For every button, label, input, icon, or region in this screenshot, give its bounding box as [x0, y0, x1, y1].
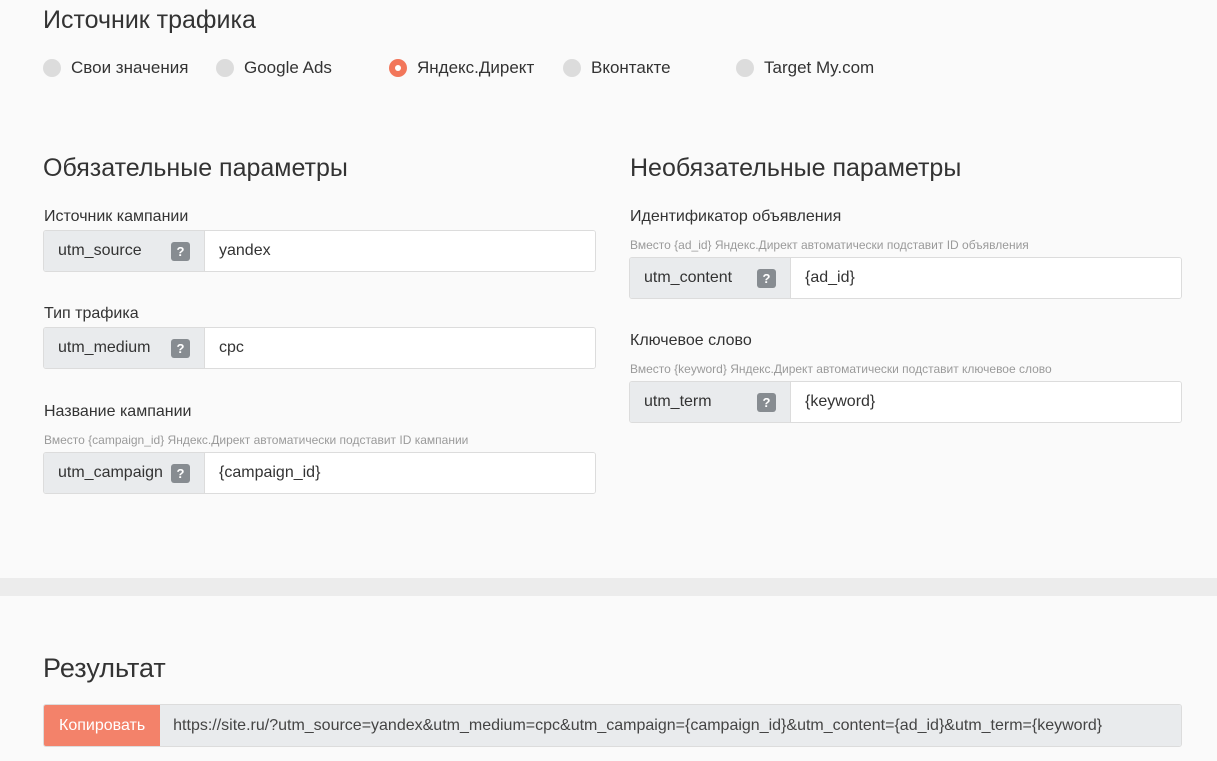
help-icon[interactable]: ? [171, 339, 190, 358]
radio-indicator[interactable] [43, 59, 61, 77]
field-label: Ключевое слово [630, 332, 752, 349]
param-key: utm_medium ? [44, 328, 205, 368]
utm-content-input[interactable] [791, 258, 1181, 298]
radio-label: Яндекс.Директ [417, 58, 535, 77]
field-label: Тип трафика [44, 305, 139, 322]
param-key: utm_source ? [44, 231, 205, 271]
help-icon[interactable]: ? [171, 242, 190, 261]
field-hint: Вместо {campaign_id} Яндекс.Директ автом… [44, 433, 469, 447]
utm-medium-field: utm_medium ? [43, 327, 596, 369]
radio-label: Target My.com [764, 58, 875, 77]
radio-label: Google Ads [244, 58, 332, 77]
utm-medium-input[interactable] [205, 328, 595, 368]
radio-label: Свои значения [71, 58, 189, 77]
utm-campaign-field: utm_campaign ? [43, 452, 596, 494]
utm-term-input[interactable] [791, 382, 1181, 422]
traffic-source-title: Источник трафика [43, 6, 256, 34]
param-key-text: utm_medium [58, 339, 151, 356]
utm-source-input[interactable] [205, 231, 595, 271]
help-icon[interactable]: ? [757, 393, 776, 412]
param-key-text: utm_source [58, 242, 142, 259]
utm-source-field: utm_source ? [43, 230, 596, 272]
copy-button[interactable]: Копировать [44, 705, 161, 746]
param-key: utm_content ? [630, 258, 791, 298]
field-label: Источник кампании [44, 208, 189, 225]
radio-indicator[interactable] [216, 59, 234, 77]
param-key-text: utm_campaign [58, 464, 163, 481]
section-divider [0, 578, 1217, 596]
param-key: utm_campaign ? [44, 453, 205, 493]
radio-yandex-direct[interactable]: Яндекс.Директ [389, 58, 534, 78]
param-key: utm_term ? [630, 382, 791, 422]
utm-campaign-input[interactable] [205, 453, 595, 493]
field-hint: Вместо {keyword} Яндекс.Директ автоматич… [630, 362, 1052, 376]
radio-label: Вконтакте [591, 58, 671, 77]
radio-indicator-selected[interactable] [389, 59, 407, 77]
radio-target-mycom[interactable]: Target My.com [736, 58, 874, 78]
radio-google-ads[interactable]: Google Ads [216, 58, 332, 78]
help-icon[interactable]: ? [757, 269, 776, 288]
param-key-text: utm_term [644, 393, 712, 410]
result-title: Результат [43, 653, 166, 683]
utm-term-field: utm_term ? [629, 381, 1182, 423]
param-key-text: utm_content [644, 269, 733, 286]
required-params-title: Обязательные параметры [43, 154, 348, 182]
result-bar: Копировать https://site.ru/?utm_source=y… [43, 704, 1182, 747]
result-url[interactable]: https://site.ru/?utm_source=yandex&utm_m… [160, 705, 1181, 746]
radio-own-values[interactable]: Свои значения [43, 58, 188, 78]
optional-params-title: Необязательные параметры [630, 154, 962, 182]
field-hint: Вместо {ad_id} Яндекс.Директ автоматичес… [630, 238, 1029, 252]
radio-vkontakte[interactable]: Вконтакте [563, 58, 671, 78]
help-icon[interactable]: ? [171, 464, 190, 483]
radio-indicator[interactable] [736, 59, 754, 77]
radio-indicator[interactable] [563, 59, 581, 77]
traffic-source-options: Свои значения Google Ads Яндекс.Директ В… [43, 58, 943, 80]
field-label: Идентификатор объявления [630, 208, 842, 225]
utm-content-field: utm_content ? [629, 257, 1182, 299]
field-label: Название кампании [44, 403, 192, 420]
